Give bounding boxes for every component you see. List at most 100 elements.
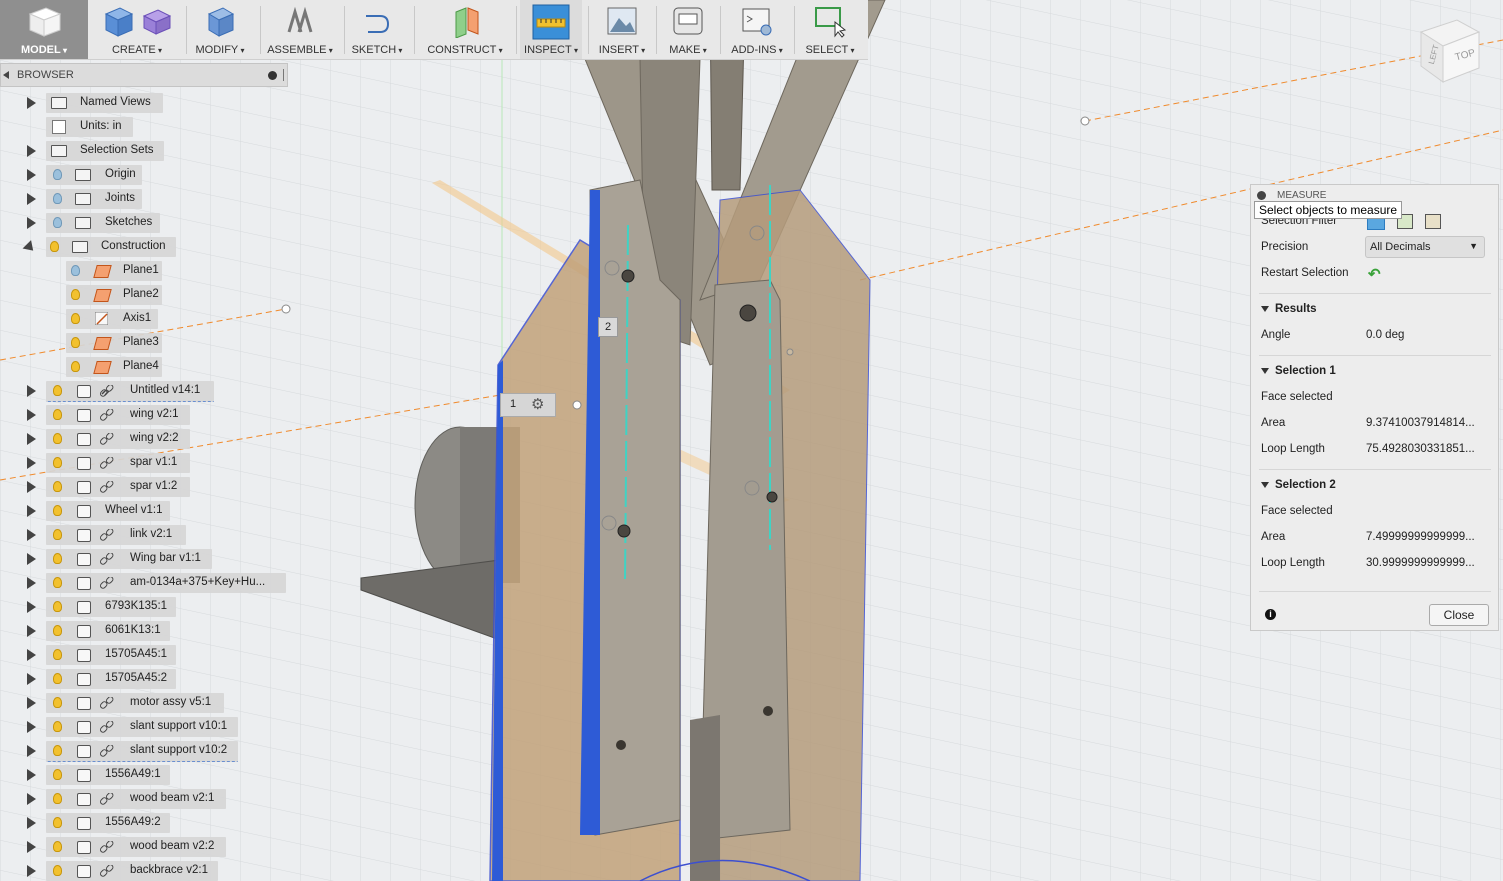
visibility-bulb-icon[interactable] xyxy=(53,577,62,588)
visibility-bulb-icon[interactable] xyxy=(71,361,80,372)
insert-image-icon xyxy=(607,7,637,35)
modify-menu[interactable]: MODIFY xyxy=(188,0,252,59)
expand-arrow-icon[interactable] xyxy=(27,865,36,877)
visibility-bulb-icon[interactable] xyxy=(53,217,62,228)
expand-arrow-icon[interactable] xyxy=(27,577,36,589)
precision-dropdown[interactable]: All Decimals ▼ xyxy=(1365,236,1485,258)
tree-item-label: Selection Sets xyxy=(80,144,154,156)
info-icon[interactable]: i xyxy=(1265,609,1276,620)
pin-icon[interactable] xyxy=(268,71,277,80)
expand-arrow-icon[interactable] xyxy=(27,769,36,781)
expand-arrow-icon[interactable] xyxy=(27,553,36,565)
make-menu[interactable]: MAKE xyxy=(660,0,716,59)
tree-item-label: Wing bar v1:1 xyxy=(130,552,201,564)
construct-menu[interactable]: CONSTRUCT xyxy=(418,0,512,59)
expand-arrow-icon[interactable] xyxy=(27,625,36,637)
expand-arrow-icon[interactable] xyxy=(27,673,36,685)
visibility-bulb-icon[interactable] xyxy=(53,457,62,468)
link-icon xyxy=(100,745,114,757)
expand-arrow-icon[interactable] xyxy=(27,217,36,229)
expand-arrow-icon[interactable] xyxy=(27,193,36,205)
expand-arrow-icon[interactable] xyxy=(27,721,36,733)
construct-plane-icon xyxy=(455,7,479,38)
collapse-arrow-icon[interactable] xyxy=(3,71,9,79)
expand-arrow-icon[interactable] xyxy=(27,649,36,661)
visibility-bulb-icon[interactable] xyxy=(53,169,62,180)
expand-arrow-icon[interactable] xyxy=(27,457,36,469)
visibility-bulb-icon[interactable] xyxy=(53,193,62,204)
browser-header[interactable]: BROWSER xyxy=(0,63,288,87)
expand-arrow-icon[interactable] xyxy=(27,505,36,517)
insert-menu[interactable]: INSERT xyxy=(592,0,652,59)
model-label: MODEL xyxy=(0,44,88,56)
expand-arrow-icon[interactable] xyxy=(27,169,36,181)
addins-menu[interactable]: ADD-INS xyxy=(724,0,790,59)
expand-arrow-icon[interactable] xyxy=(27,529,36,541)
component-icon xyxy=(77,529,91,542)
visibility-bulb-icon[interactable] xyxy=(71,289,80,300)
expand-arrow-icon[interactable] xyxy=(27,97,36,109)
selection-marker-1[interactable]: 1 ⚙ xyxy=(500,393,556,417)
visibility-bulb-icon[interactable] xyxy=(53,601,62,612)
view-cube[interactable]: LEFT TOP xyxy=(1417,18,1483,84)
visibility-bulb-icon[interactable] xyxy=(53,385,62,396)
tree-item-label: Plane4 xyxy=(123,360,159,372)
visibility-bulb-icon[interactable] xyxy=(53,553,62,564)
selection-marker-2[interactable]: 2 xyxy=(598,317,618,337)
visibility-bulb-icon[interactable] xyxy=(53,409,62,420)
restart-selection-label: Restart Selection xyxy=(1261,267,1349,279)
visibility-bulb-icon[interactable] xyxy=(53,673,62,684)
expand-arrow-icon[interactable] xyxy=(27,745,36,757)
visibility-bulb-icon[interactable] xyxy=(53,769,62,780)
assemble-menu[interactable]: ASSEMBLE xyxy=(262,0,338,59)
visibility-bulb-icon[interactable] xyxy=(53,697,62,708)
visibility-bulb-icon[interactable] xyxy=(53,433,62,444)
results-section-header[interactable]: Results xyxy=(1261,303,1317,315)
visibility-bulb-icon[interactable] xyxy=(53,793,62,804)
component-icon xyxy=(77,649,91,662)
resize-handle[interactable] xyxy=(283,69,284,81)
expand-arrow-icon[interactable] xyxy=(27,841,36,853)
visibility-bulb-icon[interactable] xyxy=(53,481,62,492)
expand-arrow-icon[interactable] xyxy=(27,145,36,157)
expand-arrow-icon[interactable] xyxy=(27,409,36,421)
visibility-bulb-icon[interactable] xyxy=(53,841,62,852)
selection-2-area-label: Area xyxy=(1261,531,1286,543)
expand-arrow-icon[interactable] xyxy=(27,433,36,445)
selection-2-section-header[interactable]: Selection 2 xyxy=(1261,479,1336,491)
gear-icon[interactable]: ⚙ xyxy=(531,395,544,413)
visibility-bulb-icon[interactable] xyxy=(53,505,62,516)
visibility-bulb-icon[interactable] xyxy=(53,865,62,876)
restart-selection-icon[interactable]: ↶ xyxy=(1368,265,1381,283)
tree-item-label: Joints xyxy=(105,192,136,204)
toolbar: MODEL CREATE MODIFY ASSEMBLE SKETCH CONS… xyxy=(0,0,868,60)
body-filter-icon[interactable] xyxy=(1425,214,1441,229)
expand-arrow-icon[interactable] xyxy=(27,481,36,493)
expand-arrow-icon[interactable] xyxy=(27,601,36,613)
selection-1-section-header[interactable]: Selection 1 xyxy=(1261,365,1336,377)
close-button[interactable]: Close xyxy=(1429,604,1489,626)
folder-icon xyxy=(75,193,91,205)
visibility-bulb-icon[interactable] xyxy=(53,625,62,636)
visibility-bulb-icon[interactable] xyxy=(53,529,62,540)
expand-arrow-icon[interactable] xyxy=(27,817,36,829)
collapse-dialog-icon[interactable] xyxy=(1257,191,1266,200)
select-menu[interactable]: SELECT xyxy=(798,0,862,59)
visibility-bulb-icon[interactable] xyxy=(50,241,59,252)
visibility-bulb-icon[interactable] xyxy=(71,313,80,324)
visibility-bulb-icon[interactable] xyxy=(71,265,80,276)
inspect-menu[interactable]: INSPECT xyxy=(520,0,582,59)
expand-arrow-icon[interactable] xyxy=(27,697,36,709)
workspace-model-button[interactable]: MODEL xyxy=(0,0,88,59)
visibility-bulb-icon[interactable] xyxy=(71,337,80,348)
sketch-menu[interactable]: SKETCH xyxy=(346,0,408,59)
visibility-bulb-icon[interactable] xyxy=(53,721,62,732)
visibility-bulb-icon[interactable] xyxy=(53,817,62,828)
visibility-bulb-icon[interactable] xyxy=(53,745,62,756)
visibility-bulb-icon[interactable] xyxy=(53,649,62,660)
model-workspace-icon xyxy=(28,7,62,37)
expand-arrow-icon[interactable] xyxy=(27,793,36,805)
expand-arrow-icon[interactable] xyxy=(27,385,36,397)
tree-item-label: wing v2:1 xyxy=(130,408,179,420)
create-menu[interactable]: CREATE xyxy=(96,0,178,59)
